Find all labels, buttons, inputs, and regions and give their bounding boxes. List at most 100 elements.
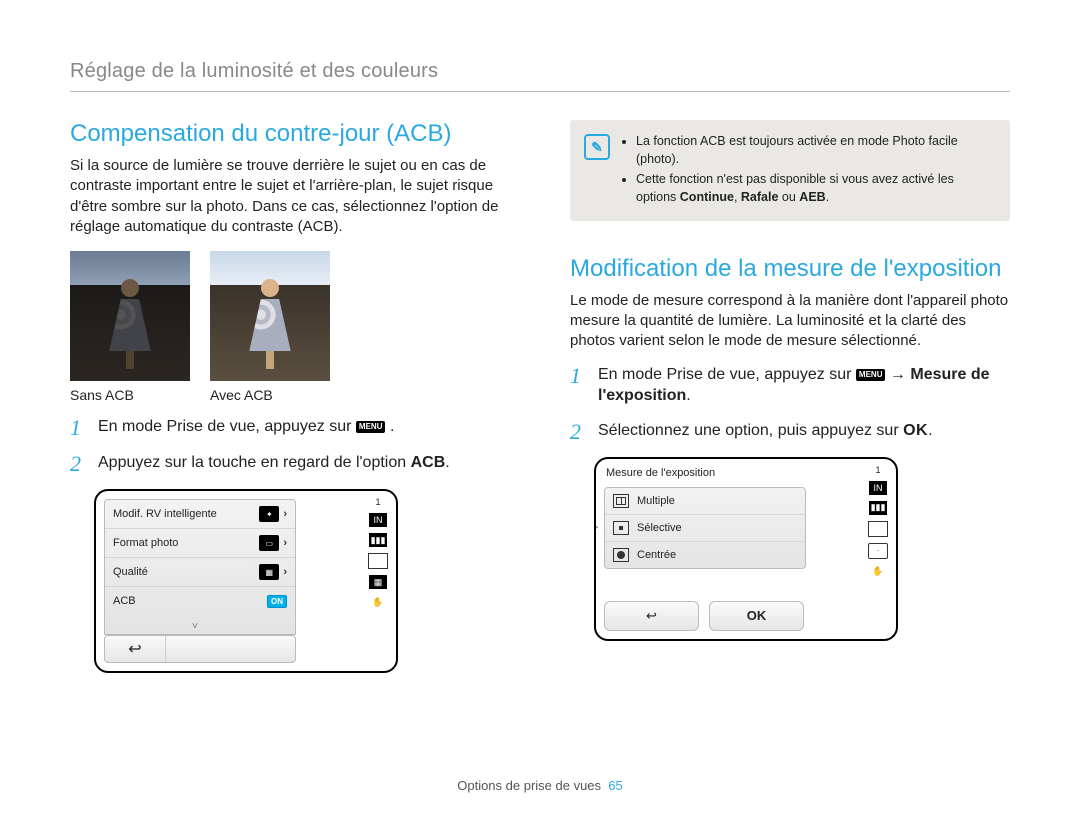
metering-step-1-text: En mode Prise de vue, appuyez sur MENU →… <box>598 365 1010 407</box>
arrow-icon: → <box>885 366 910 383</box>
scroll-down-icon: ˅ <box>192 621 198 632</box>
back-icon: ↩ <box>105 636 166 662</box>
menu-row-quality: Qualité ▦ › <box>105 558 295 587</box>
meter-spot-icon <box>613 521 629 535</box>
menu-row-acb-label: ACB <box>113 595 136 607</box>
menu-row-rv: Modif. RV intelligente ✦› <box>105 500 295 529</box>
step-number-1b: 1 <box>570 365 588 407</box>
hand-icon: ✋ <box>369 595 387 609</box>
page-footer: Options de prise de vues 65 <box>0 778 1080 793</box>
status-icon-2: ▦ <box>369 575 387 589</box>
callout-list: La fonction ACB est toujours activée en … <box>622 132 994 207</box>
right-column: ✎ La fonction ACB est toujours activée e… <box>570 120 1010 673</box>
metering-opt3-label: Centrée <box>637 549 676 561</box>
count-1: 1 <box>375 497 380 507</box>
metering-screen-title: Mesure de l'exposition <box>606 467 715 479</box>
footer-page-number: 65 <box>608 778 622 793</box>
metering-heading: Modification de la mesure de l'expositio… <box>570 255 1010 283</box>
acb-step-2-text: Appuyez sur la touche en regard de l'opt… <box>98 453 450 475</box>
meter-status-icon: · <box>868 543 888 559</box>
metering-opt2-label: Sélective <box>637 522 682 534</box>
manual-page: Réglage de la luminosité et des couleurs… <box>0 0 1080 815</box>
battery-icon: ▮▮▮ <box>869 501 887 515</box>
info-callout: ✎ La fonction ACB est toujours activée e… <box>570 120 1010 221</box>
metering-intro: Le mode de mesure correspond à la manièr… <box>570 291 1010 352</box>
meter-center-icon <box>613 548 629 562</box>
acb-step2-post: . <box>445 454 449 471</box>
camera-menu-screen: ˄ Modif. RV intelligente ✦› Format photo… <box>94 489 398 673</box>
menu-row-rv-label: Modif. RV intelligente <box>113 508 217 520</box>
metering-screen: Mesure de l'exposition Multiple ▶ Sélect… <box>594 457 898 641</box>
met-s1-pre: En mode Prise de vue, appuyez sur <box>598 366 856 383</box>
metering-step-2: 2 Sélectionnez une option, puis appuyez … <box>570 421 1010 443</box>
storage-icon: IN <box>869 481 887 495</box>
battery-icon: ▮▮▮ <box>369 533 387 547</box>
photo-caption-with: Avec ACB <box>210 387 330 403</box>
metering-opt-center: Centrée <box>605 542 805 568</box>
ok-button: OK <box>709 601 804 631</box>
acb-step2-bold: ACB <box>411 454 446 471</box>
header-rule <box>70 91 1010 92</box>
callout-l2-b1: Continue <box>680 190 734 204</box>
count-1b: 1 <box>875 465 880 475</box>
size-icon: ▭ <box>259 535 279 551</box>
page-header-title: Réglage de la luminosité et des couleurs <box>70 60 1010 83</box>
acb-photo-row: Sans ACB Avec ACB <box>70 251 510 403</box>
menu-row-quality-label: Qualité <box>113 566 148 578</box>
met-s1-post: . <box>686 387 690 404</box>
photo-without-acb <box>70 251 190 381</box>
metering-bottom-bar: ↩ OK <box>604 601 804 631</box>
rv-icon: ✦ <box>259 506 279 522</box>
selection-caret-icon: ▶ <box>594 522 599 533</box>
hand-icon: ✋ <box>869 565 887 579</box>
quality-icon: ▦ <box>259 564 279 580</box>
metering-step-2-text: Sélectionnez une option, puis appuyez su… <box>598 421 933 443</box>
menu-icon: MENU <box>856 369 886 381</box>
status-icon-1 <box>868 521 888 537</box>
menu-row-format-value: ▭› <box>259 535 287 551</box>
photo-with-acb <box>210 251 330 381</box>
left-column: Compensation du contre-jour (ACB) Si la … <box>70 120 510 673</box>
callout-l2-b3: AEB <box>799 190 825 204</box>
chevron-right-icon: › <box>283 566 287 578</box>
step-number-2b: 2 <box>570 421 588 443</box>
metering-opt-selective: ▶ Sélective <box>605 515 805 542</box>
meter-multi-icon <box>613 494 629 508</box>
chevron-right-icon: › <box>283 537 287 549</box>
callout-l2-post: . <box>826 190 829 204</box>
menu-row-acb: ACB ON <box>105 587 295 615</box>
callout-line-1: La fonction ACB est toujours activée en … <box>636 132 994 168</box>
acb-on-badge: ON <box>267 595 287 608</box>
storage-icon: IN <box>369 513 387 527</box>
menu-row-rv-value: ✦› <box>259 506 287 522</box>
status-bar-2: 1 IN ▮▮▮ · ✋ <box>868 465 888 579</box>
callout-l2-s1: , <box>734 190 741 204</box>
acb-step-1-text: En mode Prise de vue, appuyez sur MENU . <box>98 417 394 439</box>
acb-step2-pre: Appuyez sur la touche en regard de l'opt… <box>98 454 411 471</box>
acb-steps: 1 En mode Prise de vue, appuyez sur MENU… <box>70 417 510 475</box>
photo-with-acb-box: Avec ACB <box>210 251 330 403</box>
step-number-2: 2 <box>70 453 88 475</box>
back-button: ↩ <box>604 601 699 631</box>
metering-opt-multiple: Multiple <box>605 488 805 515</box>
acb-step1-post: . <box>390 418 394 435</box>
chevron-right-icon: › <box>283 508 287 520</box>
two-columns: Compensation du contre-jour (ACB) Si la … <box>70 120 1010 673</box>
info-icon: ✎ <box>584 134 610 160</box>
acb-step1-pre: En mode Prise de vue, appuyez sur <box>98 418 356 435</box>
menu-icon: MENU <box>356 421 386 433</box>
met-s2-pre: Sélectionnez une option, puis appuyez su… <box>598 422 903 439</box>
acb-step-2: 2 Appuyez sur la touche en regard de l'o… <box>70 453 510 475</box>
acb-step-1: 1 En mode Prise de vue, appuyez sur MENU… <box>70 417 510 439</box>
back-bar: ↩ <box>104 635 296 663</box>
menu-row-format-label: Format photo <box>113 537 178 549</box>
met-s2-post: . <box>928 422 932 439</box>
status-icon-1 <box>368 553 388 569</box>
callout-l2-s2: ou <box>778 190 799 204</box>
acb-heading: Compensation du contre-jour (ACB) <box>70 120 510 148</box>
menu-panel: Modif. RV intelligente ✦› Format photo ▭… <box>104 499 296 635</box>
acb-intro: Si la source de lumière se trouve derriè… <box>70 156 510 237</box>
menu-row-format: Format photo ▭› <box>105 529 295 558</box>
metering-step-1: 1 En mode Prise de vue, appuyez sur MENU… <box>570 365 1010 407</box>
metering-steps: 1 En mode Prise de vue, appuyez sur MENU… <box>570 365 1010 443</box>
